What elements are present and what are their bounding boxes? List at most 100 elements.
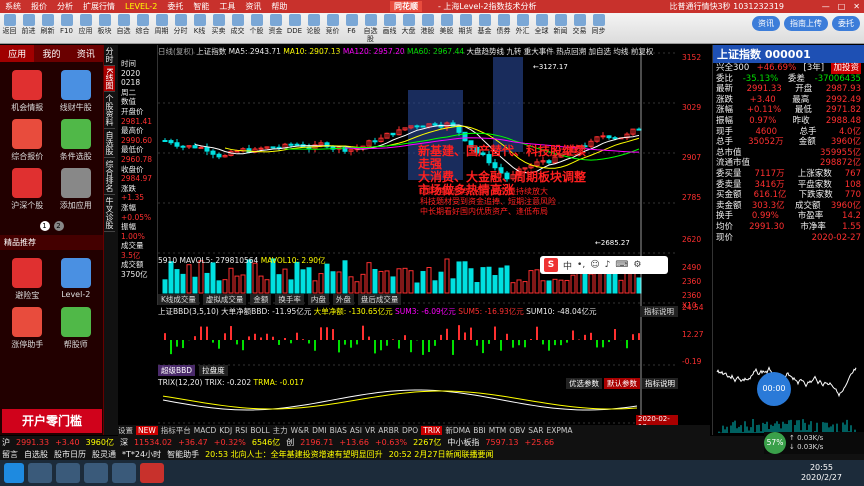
toolbar-button[interactable]: 板块 <box>95 14 114 43</box>
view-tab[interactable]: 个股资料 <box>104 92 115 130</box>
toolbar-button[interactable]: F10 <box>57 14 76 43</box>
indicator-tab[interactable]: 主力 <box>273 425 288 436</box>
trix-button[interactable]: 默认参数 <box>604 378 640 389</box>
volume-tab[interactable]: 虚拟成交量 <box>202 294 247 305</box>
indicator-tab[interactable]: W&R <box>291 426 309 435</box>
indicator-tab[interactable]: ASI <box>350 426 362 435</box>
toolbar-button[interactable]: 新闻 <box>551 14 570 43</box>
menu-item[interactable]: 资讯 <box>245 2 261 11</box>
indicator-tab[interactable]: 设置 <box>118 425 133 436</box>
view-tab[interactable]: 牛叉诊股 <box>104 195 115 233</box>
app-tile[interactable]: 涨停助手 <box>6 307 49 350</box>
toolbar-button[interactable]: 竞价 <box>323 14 342 43</box>
ime-lang[interactable]: 中 <box>563 259 572 272</box>
toolbar-button[interactable]: DDE <box>285 14 304 43</box>
trix-button[interactable]: 指标说明 <box>642 378 678 389</box>
taskbar-app-icon[interactable] <box>84 463 108 483</box>
menu-item[interactable]: 智能 <box>193 2 209 11</box>
indicator-tab[interactable]: ARBR <box>378 426 399 435</box>
toolbar-button[interactable]: 全球 <box>532 14 551 43</box>
indicator-tab[interactable]: MACD <box>194 426 216 435</box>
toolbar-button[interactable]: 成交 <box>228 14 247 43</box>
toolbar-button[interactable]: 周期 <box>152 14 171 43</box>
volume-tab[interactable]: K线成交量 <box>158 294 199 305</box>
app-tile[interactable]: 综合报价 <box>6 119 49 162</box>
app-panel-tab[interactable]: 我的 <box>34 45 68 62</box>
status-item[interactable]: 20:52 2月27日新闻联播要闻 <box>389 449 494 460</box>
app-tile[interactable]: 帮股师 <box>55 307 98 350</box>
status-item[interactable]: 自选股 <box>24 449 48 460</box>
ime-voice-icon[interactable]: ♪ <box>605 260 611 270</box>
app-tile[interactable]: 避险宝 <box>6 258 49 301</box>
taskbar-app-icon[interactable] <box>112 463 136 483</box>
app-panel-tab[interactable]: 应用 <box>0 45 35 62</box>
menu-item[interactable]: LEVEL-2 <box>125 2 157 11</box>
indicator-tab[interactable]: 指标平台 <box>161 425 191 436</box>
app-panel-tab[interactable]: 资讯 <box>69 45 103 62</box>
ime-tools-icon[interactable]: ⚙ <box>633 260 641 270</box>
indicator-tab[interactable]: NEW <box>136 426 158 435</box>
status-item[interactable]: 股市日历 <box>54 449 86 460</box>
start-button[interactable] <box>4 463 24 483</box>
volume-tab[interactable]: 盘后成交量 <box>357 294 402 305</box>
toolbar-button[interactable]: 应用 <box>76 14 95 43</box>
toolbar-button[interactable]: 返回 <box>0 14 19 43</box>
indicator-tab[interactable]: VR <box>365 426 375 435</box>
menu-item[interactable]: 帮助 <box>271 2 287 11</box>
toolbar-button[interactable]: K线 <box>190 14 209 43</box>
taskbar-app-icon[interactable] <box>28 463 52 483</box>
toolbar-button[interactable]: 港股 <box>418 14 437 43</box>
toolbar-button[interactable]: 刷新 <box>38 14 57 43</box>
indicator-tab[interactable]: OBV <box>509 426 525 435</box>
page-dot[interactable]: 1 <box>39 221 50 231</box>
trix-button[interactable]: 优选参数 <box>566 378 602 389</box>
promo-banner[interactable]: 开户零门槛 <box>2 409 102 433</box>
indicator-tab[interactable]: DMI <box>312 426 326 435</box>
ime-keyboard-icon[interactable]: ⌨ <box>615 260 628 270</box>
app-tile[interactable]: 沪深个股 <box>6 168 49 211</box>
app-tile[interactable]: 条件选股 <box>55 119 98 162</box>
ime-punct-icon[interactable]: •, <box>577 260 585 270</box>
toolbar-button[interactable]: F6 <box>342 14 361 43</box>
taskbar-app-icon[interactable] <box>56 463 80 483</box>
indicator-tab[interactable]: BIAS <box>330 426 347 435</box>
view-tab[interactable]: 自选股 <box>104 129 115 159</box>
bbd-tab[interactable]: 超级BBD <box>158 365 196 376</box>
close-button[interactable]: ✕ <box>853 2 860 11</box>
menu-item[interactable]: 工具 <box>219 2 235 11</box>
status-item[interactable]: *T*24小时 <box>122 449 161 460</box>
toolbar-button[interactable]: 前进 <box>19 14 38 43</box>
ime-toolbar[interactable]: S 中 •, ☺ ♪ ⌨ ⚙ <box>540 256 668 274</box>
indicator-tab[interactable]: EXPMA <box>546 426 572 435</box>
toolbar-button[interactable]: 买卖 <box>209 14 228 43</box>
indicator-tab[interactable]: 新DMA <box>445 425 470 436</box>
indicator-tab[interactable]: BOLL <box>250 426 269 435</box>
indicator-tab[interactable]: SAR <box>528 426 543 435</box>
indicator-tab[interactable]: KDJ <box>219 426 232 435</box>
indicator-tab[interactable]: BBI <box>473 426 486 435</box>
toolbar-pill[interactable]: 委托 <box>832 16 860 31</box>
menu-item[interactable]: 分析 <box>57 2 73 11</box>
app-tile[interactable]: Level-2 <box>55 258 98 301</box>
toolbar-button[interactable]: 自选股 <box>361 14 380 43</box>
volume-tab[interactable]: 金额 <box>250 294 272 305</box>
toolbar-button[interactable]: 基金 <box>475 14 494 43</box>
status-item[interactable]: 智能助手 <box>167 449 199 460</box>
indicator-tab[interactable]: RSI <box>235 426 247 435</box>
speed-badge[interactable]: 00:00 <box>757 372 791 406</box>
menu-item[interactable]: 扩展行情 <box>83 2 115 11</box>
bbd-tab[interactable]: 拉盘度 <box>199 365 228 376</box>
volume-tab[interactable]: 换手率 <box>275 294 304 305</box>
volume-tab[interactable]: 内盘 <box>307 294 329 305</box>
maximize-button[interactable]: □ <box>838 2 846 11</box>
view-tab[interactable]: 综合排名 <box>104 158 115 196</box>
volume-tab[interactable]: 外盘 <box>332 294 354 305</box>
page-dot[interactable]: 2 <box>53 221 64 231</box>
view-tab[interactable]: 分时 <box>104 45 115 66</box>
indicator-tab[interactable]: TRIX <box>421 426 443 435</box>
view-tab[interactable]: K线图 <box>104 66 115 93</box>
toolbar-button[interactable]: 个股 <box>247 14 266 43</box>
toolbar-button[interactable]: 同步 <box>589 14 608 43</box>
app-tile[interactable]: 添加应用 <box>55 168 98 211</box>
chart-canvas[interactable]: ←3127.17 ←2685.27 <box>158 45 678 425</box>
